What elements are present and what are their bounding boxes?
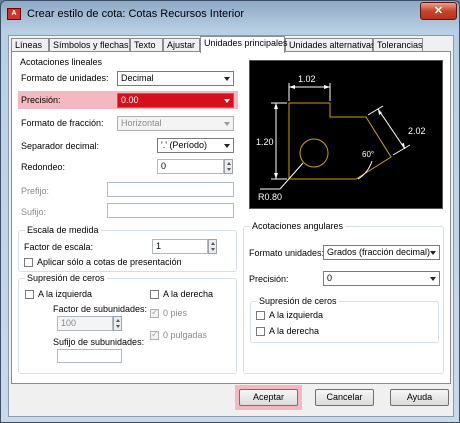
zero-suppression-angular-group: Supresión de ceros [250, 296, 439, 343]
unit-format-select[interactable]: Decimal [117, 71, 234, 86]
dimension-preview: 1.02 1.20 2.02 60° R0.80 [249, 60, 443, 209]
preview-drawing: 1.02 1.20 2.02 60° R0.80 [256, 74, 426, 202]
preview-dim-right: 2.02 [408, 126, 426, 136]
precision-select[interactable]: 0.00 [117, 93, 234, 108]
window-title: Crear estilo de cota: Cotas Recursos Int… [27, 8, 245, 20]
zero-linear-title: Supresión de ceros [25, 273, 107, 283]
prefix-input[interactable] [107, 182, 234, 197]
decimal-separator-label: Separador decimal: [21, 141, 100, 151]
preview-radius: R0.80 [258, 192, 282, 202]
preview-shape [288, 102, 392, 180]
angular-precision-label: Precisión: [249, 274, 289, 284]
subunit-suffix-input[interactable] [57, 349, 122, 363]
preview-dim-left: 1.20 [256, 137, 274, 147]
tab-panel: Acotaciones lineales Formato de unidades… [11, 51, 451, 384]
inches-checkbox[interactable] [150, 329, 159, 340]
trailing-zero-label: A la derecha [163, 289, 214, 299]
prefix-label: Prefijo: [21, 186, 50, 196]
title-bar[interactable]: A Crear estilo de cota: Cotas Recursos I… [1, 1, 459, 29]
tab-unidades-principales[interactable]: Unidades principales [200, 36, 288, 53]
tab-lineas[interactable]: Líneas [11, 38, 49, 52]
dialog-window: A Crear estilo de cota: Cotas Recursos I… [0, 0, 460, 423]
unit-format-label: Formato de unidades: [21, 73, 109, 83]
angular-format-label: Formato unidades: [249, 248, 325, 258]
preview-angle: 60° [362, 150, 374, 159]
fraction-format-label: Formato de fracción: [21, 118, 104, 128]
round-off-input[interactable]: 0 [157, 159, 224, 174]
angular-trailing-zero-checkbox[interactable] [256, 327, 265, 336]
angular-leading-zero-label: A la izquierda [269, 310, 324, 320]
subunit-factor-spinner[interactable] [113, 316, 122, 331]
tab-unidades-alternativas[interactable]: Unidades alternativas [285, 38, 376, 52]
zero-angular-title: Supresión de ceros [257, 296, 339, 306]
subunit-factor-label: Factor de subunidades: [53, 304, 148, 314]
tab-ajustar[interactable]: Ajustar [163, 38, 200, 52]
angular-leading-zero-checkbox[interactable] [256, 311, 265, 320]
autocad-app-icon: A [7, 8, 21, 20]
help-button[interactable]: Ayuda [390, 389, 449, 406]
subunit-factor-input[interactable]: 100 [57, 316, 113, 331]
suffix-input[interactable] [107, 203, 234, 218]
decimal-separator-select[interactable]: '.' (Período) [157, 138, 234, 153]
angular-group-title: Acotaciones angulares [250, 221, 346, 231]
scale-factor-label: Factor de escala: [24, 242, 94, 252]
preview-circle [299, 138, 329, 168]
suffix-label: Sufijo: [21, 207, 47, 217]
layout-only-label: Aplicar sólo a cotas de presentación [37, 257, 182, 267]
fraction-format-select[interactable]: Horizontal [117, 116, 234, 131]
feet-checkbox[interactable] [150, 307, 159, 318]
scale-factor-spinner[interactable] [208, 239, 217, 254]
ok-button[interactable]: Aceptar [239, 389, 298, 406]
subunit-suffix-label: Sufijo de subunidades: [53, 337, 145, 347]
round-off-label: Redondeo: [21, 162, 66, 172]
precision-label: Precisión: [21, 95, 61, 105]
tab-texto[interactable]: Texto [130, 38, 163, 52]
leading-zero-checkbox[interactable] [25, 290, 34, 299]
cancel-button[interactable]: Cancelar [315, 389, 374, 406]
inches-label: 0 pulgadas [163, 330, 208, 340]
preview-dim-top: 1.02 [298, 74, 316, 84]
tab-tolerancias[interactable]: Tolerancias [373, 38, 423, 52]
close-button[interactable]: ✕ [420, 2, 457, 20]
angular-trailing-zero-label: A la derecha [269, 326, 320, 336]
scale-factor-input[interactable]: 1 [152, 239, 208, 254]
scale-group-title: Escala de medida [25, 225, 101, 235]
angular-precision-select[interactable]: 0 [323, 271, 440, 286]
dialog-client: Líneas Símbolos y flechas Texto Ajustar … [8, 35, 454, 417]
feet-label: 0 pies [163, 308, 188, 318]
linear-group-title: Acotaciones lineales [18, 57, 105, 67]
leading-zero-label: A la izquierda [38, 289, 93, 299]
tab-strip: Líneas Símbolos y flechas Texto Ajustar … [11, 36, 451, 53]
angular-format-select[interactable]: Grados (fracción decimal) [323, 245, 440, 260]
trailing-zero-checkbox[interactable] [150, 290, 159, 299]
round-off-spinner[interactable] [224, 159, 233, 174]
layout-only-checkbox[interactable] [24, 258, 33, 267]
tab-simbolos-flechas[interactable]: Símbolos y flechas [49, 38, 130, 52]
